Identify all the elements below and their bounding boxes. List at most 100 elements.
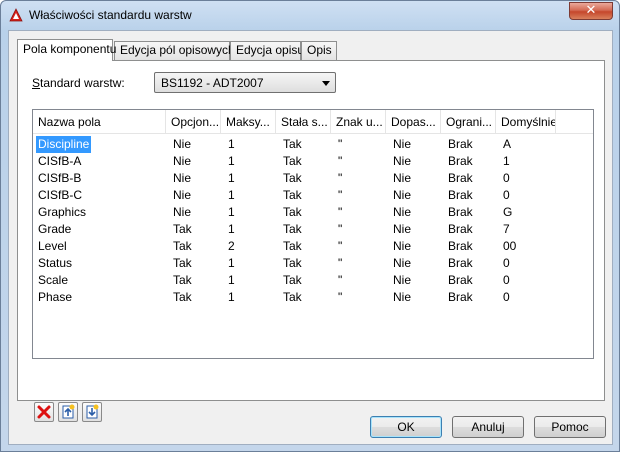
- table-cell: Tak: [173, 256, 192, 270]
- table-cell: 1: [228, 171, 235, 185]
- move-down-button[interactable]: [82, 402, 102, 422]
- table-row[interactable]: Scale Tak 1 Tak " Nie Brak 0: [33, 272, 593, 289]
- table-cell: 1: [503, 154, 510, 168]
- table-cell: Nie: [393, 222, 412, 236]
- cancel-button[interactable]: Anuluj: [452, 416, 524, 438]
- table-cell: 0: [503, 188, 510, 202]
- column-header-stala-szerokosc[interactable]: Stała s...: [276, 110, 331, 134]
- table-cell: Tak: [283, 290, 302, 304]
- table-cell: Tak: [283, 273, 302, 287]
- chevron-down-icon: [322, 81, 330, 86]
- table-cell: 1: [228, 154, 235, 168]
- table-row[interactable]: Graphics Nie 1 Tak " Nie Brak G: [33, 204, 593, 221]
- table-cell: 2: [228, 239, 235, 253]
- table-cell: Tak: [173, 273, 192, 287]
- table-cell: Nie: [393, 273, 412, 287]
- table-cell: Brak: [448, 290, 473, 304]
- table-cell: 0: [503, 256, 510, 270]
- table-cell: 7: [503, 222, 510, 236]
- column-header-znak-uzupelnienia[interactable]: Znak u...: [331, 110, 386, 134]
- table-cell: 1: [228, 188, 235, 202]
- tab-opis[interactable]: Opis: [301, 41, 337, 60]
- table-row[interactable]: CISfB-A Nie 1 Tak " Nie Brak 1: [33, 153, 593, 170]
- table-cell: Graphics: [38, 205, 87, 219]
- table-cell: Tak: [283, 256, 302, 270]
- table-cell: Phase: [38, 290, 73, 304]
- ok-button[interactable]: OK: [370, 416, 442, 438]
- column-header-domyslnie[interactable]: Domyślnie: [496, 110, 556, 134]
- standard-dropdown[interactable]: BS1192 - ADT2007: [154, 72, 336, 93]
- table-cell: Nie: [173, 188, 192, 202]
- table-cell: 1: [228, 256, 235, 270]
- tab-pola-komponentu[interactable]: Pola komponentu: [17, 39, 116, 61]
- column-header-opcjonalne[interactable]: Opcjon...: [166, 110, 221, 134]
- standard-label-text: tandard warstw:: [40, 76, 125, 90]
- table-cell: Tak: [283, 222, 302, 236]
- table-cell: Nie: [173, 171, 192, 185]
- column-header-maksymalna[interactable]: Maksy...: [221, 110, 276, 134]
- table-cell: Brak: [448, 154, 473, 168]
- table-cell: Brak: [448, 171, 473, 185]
- table-cell: ": [338, 290, 343, 304]
- move-up-button[interactable]: [58, 402, 78, 422]
- fields-grid: Nazwa pola Opcjon... Maksy... Stała s...…: [32, 109, 594, 359]
- table-cell: 00: [503, 239, 517, 253]
- table-cell: ": [338, 239, 343, 253]
- dialog-window: Właściwości standardu warstw ✕ Pola komp…: [0, 0, 620, 452]
- table-row[interactable]: Status Tak 1 Tak " Nie Brak 0: [33, 255, 593, 272]
- table-cell: Nie: [393, 171, 412, 185]
- table-row[interactable]: CISfB-C Nie 1 Tak " Nie Brak 0: [33, 187, 593, 204]
- table-cell: ": [338, 171, 343, 185]
- window-title: Właściwości standardu warstw: [29, 8, 192, 22]
- table-cell: 1: [228, 273, 235, 287]
- table-cell: Nie: [393, 154, 412, 168]
- table-cell: ": [338, 154, 343, 168]
- table-cell: Scale: [38, 273, 69, 287]
- autocad-logo-icon: [9, 8, 23, 22]
- table-row[interactable]: Discipline Nie 1 Tak " Nie Brak A: [33, 136, 593, 153]
- delete-button[interactable]: [34, 402, 54, 422]
- table-cell: Nie: [393, 205, 412, 219]
- table-cell: Nie: [173, 205, 192, 219]
- table-cell: Brak: [448, 188, 473, 202]
- tab-edycja-opisu[interactable]: Edycja opisu: [230, 41, 305, 60]
- delete-icon: [37, 405, 51, 419]
- table-cell: Brak: [448, 273, 473, 287]
- table-cell: ": [338, 256, 343, 270]
- tab-label: Opis: [307, 43, 332, 57]
- table-row[interactable]: Grade Tak 1 Tak " Nie Brak 7: [33, 221, 593, 238]
- table-cell: Brak: [448, 239, 473, 253]
- table-cell: Discipline: [36, 136, 92, 153]
- column-header-dopasowanie[interactable]: Dopas...: [386, 110, 441, 134]
- title-bar[interactable]: Właściwości standardu warstw ✕: [1, 1, 619, 29]
- table-cell: Brak: [448, 222, 473, 236]
- table-cell: Grade: [38, 222, 72, 236]
- table-cell: 1: [228, 137, 235, 151]
- move-down-icon: [86, 404, 99, 419]
- table-cell: Tak: [173, 239, 192, 253]
- move-up-icon: [62, 404, 75, 419]
- table-cell: Nie: [393, 239, 412, 253]
- help-button[interactable]: Pomoc: [534, 416, 606, 438]
- table-cell: Nie: [393, 290, 412, 304]
- table-cell: ": [338, 137, 343, 151]
- close-button[interactable]: ✕: [569, 2, 613, 20]
- column-header-nazwa-pola[interactable]: Nazwa pola: [33, 110, 166, 134]
- table-cell: ": [338, 205, 343, 219]
- tab-label: Edycja opisu: [236, 43, 305, 57]
- table-row[interactable]: CISfB-B Nie 1 Tak " Nie Brak 0: [33, 170, 593, 187]
- table-cell: Brak: [448, 256, 473, 270]
- table-row[interactable]: Phase Tak 1 Tak " Nie Brak 0: [33, 289, 593, 306]
- tab-label: Edycja pól opisowych: [120, 43, 235, 57]
- table-cell: Tak: [283, 171, 302, 185]
- table-cell: Level: [38, 239, 67, 253]
- table-row[interactable]: Level Tak 2 Tak " Nie Brak 00: [33, 238, 593, 255]
- table-cell: CISfB-C: [38, 188, 83, 202]
- table-cell: Nie: [173, 154, 192, 168]
- column-header-ograniczenia[interactable]: Ograni...: [441, 110, 496, 134]
- table-cell: Brak: [448, 205, 473, 219]
- table-cell: ": [338, 222, 343, 236]
- table-cell: ": [338, 273, 343, 287]
- tab-edycja-pol-opisowych[interactable]: Edycja pól opisowych: [114, 41, 235, 60]
- table-cell: Status: [38, 256, 73, 270]
